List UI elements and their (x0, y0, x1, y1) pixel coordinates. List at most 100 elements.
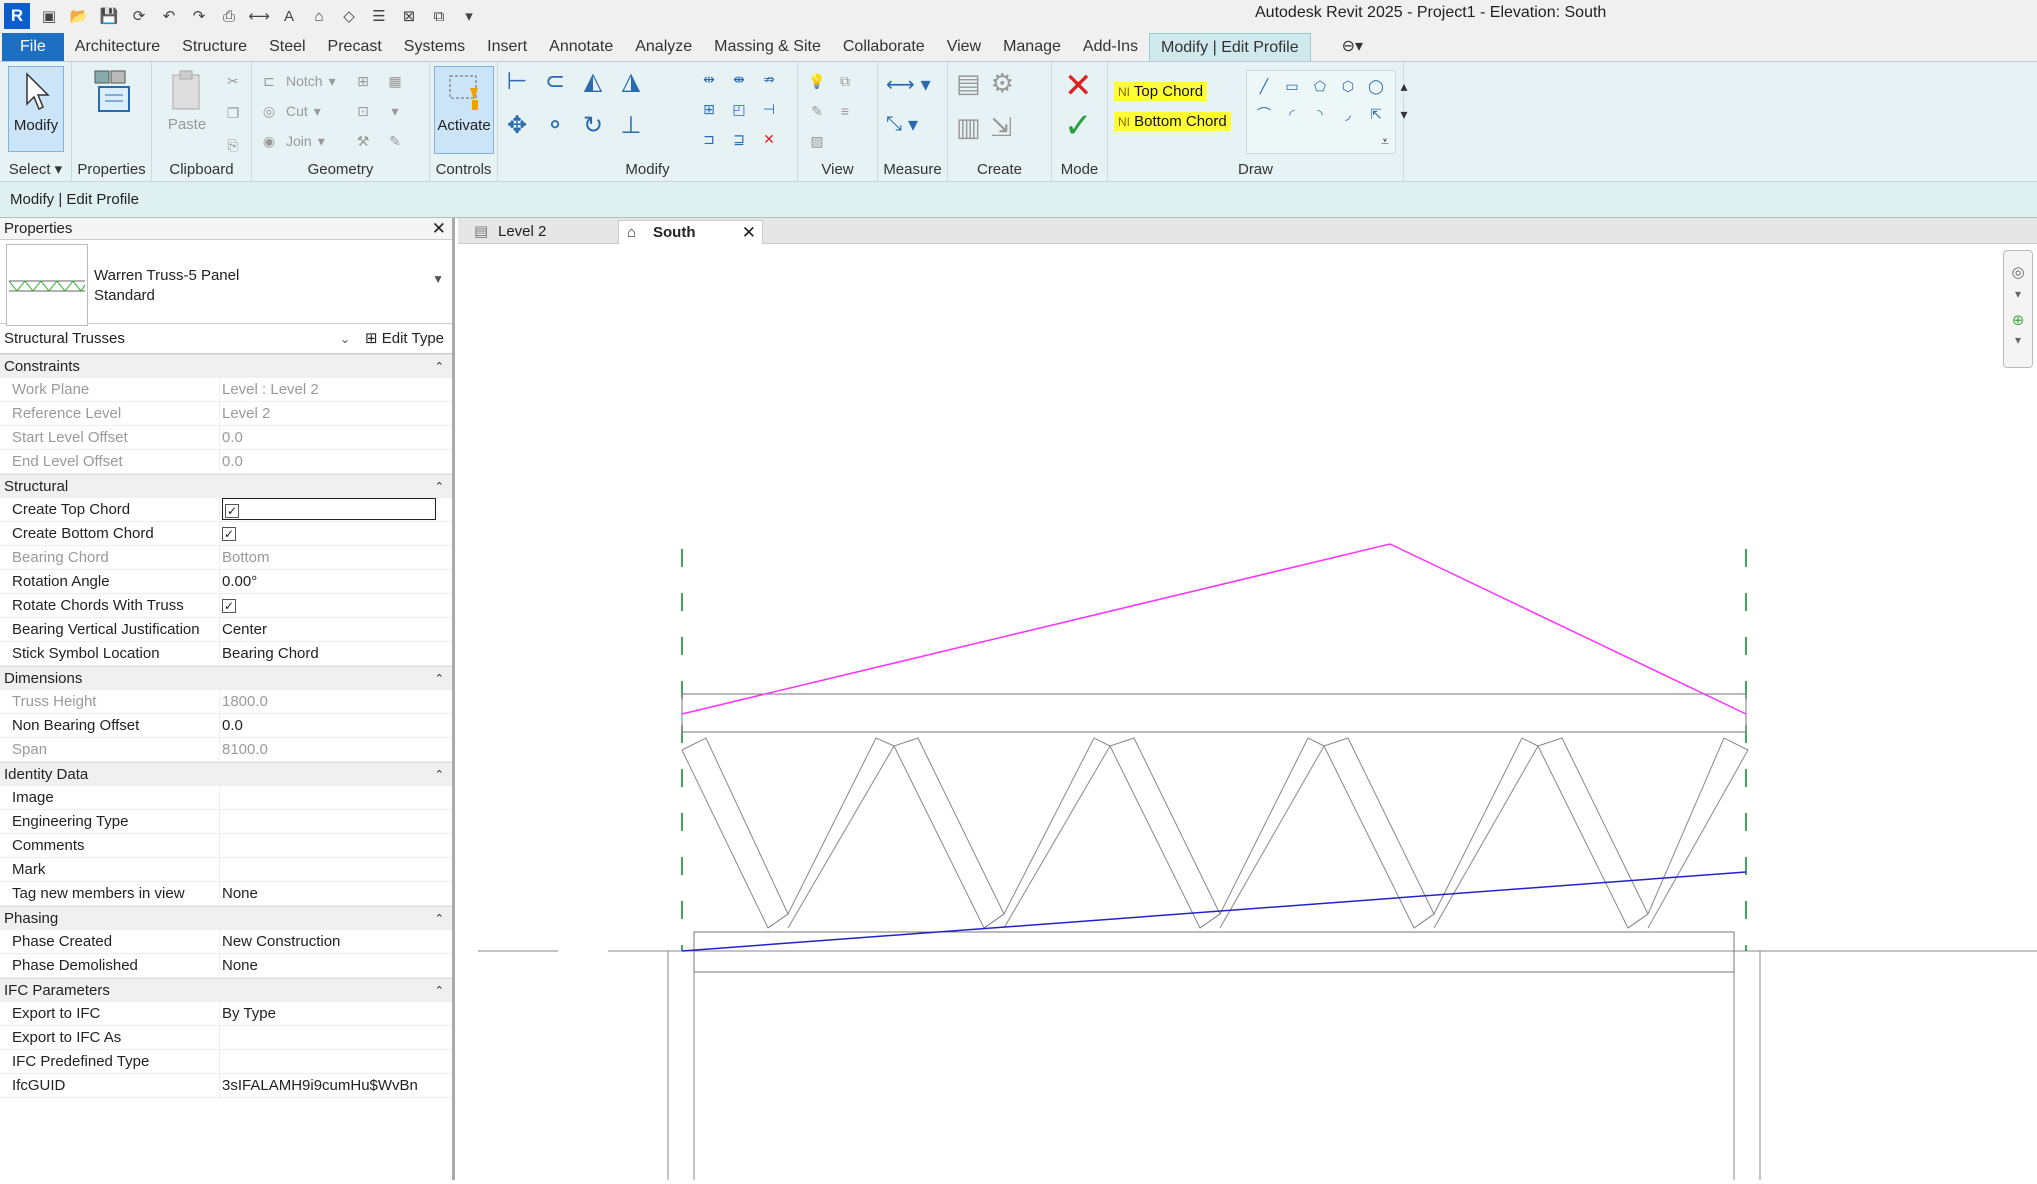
property-value[interactable] (220, 1026, 452, 1049)
mirror-axis-icon[interactable]: ◭ (582, 68, 604, 95)
wheel-dropdown-icon[interactable]: ▾ (2004, 287, 2032, 301)
split-face-icon[interactable]: ▦ (384, 70, 406, 92)
tab-insert[interactable]: Insert (476, 33, 538, 61)
collapse-icon[interactable]: ⌃ (435, 763, 444, 787)
create-group-icon[interactable]: ⚙ (991, 68, 1014, 99)
gallery-down-icon[interactable]: ▾ (1393, 103, 1415, 125)
top-chord-button[interactable]: NI Top Chord (1114, 82, 1208, 101)
arc-center-icon[interactable]: ◜ (1281, 103, 1303, 125)
property-group-header[interactable]: Phasing ⌃ (0, 906, 452, 930)
activate-button[interactable]: Activate (434, 66, 494, 154)
property-value[interactable]: 0.00° (220, 570, 452, 593)
paint-icon[interactable]: ▾ (384, 100, 406, 122)
modify-button[interactable]: Modify (8, 66, 64, 152)
property-value[interactable]: 0.0 (220, 714, 452, 737)
align-icon[interactable]: ⊢ (506, 68, 528, 95)
create-similar-icon[interactable]: ⇲ (991, 112, 1013, 143)
create-part-icon[interactable]: ▤ (956, 68, 981, 99)
arc-tangent-icon[interactable]: ◝ (1309, 103, 1331, 125)
join-button[interactable]: ◉ Join ▾ (258, 130, 325, 152)
match-properties-icon[interactable]: ⎘ (222, 134, 244, 156)
copy-icon[interactable]: ❐ (222, 102, 244, 124)
hide-bulb-icon[interactable]: 💡 (806, 70, 828, 92)
home-icon[interactable]: ▣ (38, 5, 60, 27)
property-group-header[interactable]: Identity Data ⌃ (0, 762, 452, 786)
property-group-header[interactable]: Dimensions ⌃ (0, 666, 452, 690)
property-value[interactable]: 3sIFALAMH9i9cumHu$WvBn (220, 1074, 452, 1097)
cut-clipboard-icon[interactable]: ✂ (222, 70, 244, 92)
checkbox[interactable]: ✓ (222, 599, 236, 614)
open-icon[interactable]: 📂 (68, 5, 90, 27)
property-value[interactable]: Bearing Chord (220, 642, 452, 665)
trim-extend-icon[interactable]: ⊥ (620, 112, 642, 139)
override-graphics-icon[interactable]: ≡ (834, 100, 856, 122)
tab-precast[interactable]: Precast (317, 33, 393, 61)
split-element-icon[interactable]: ⇹ (698, 68, 720, 90)
web-members[interactable] (681, 737, 1749, 929)
property-value[interactable]: None (220, 954, 452, 977)
drawing-canvas[interactable]: ◎ ▾ ⊕ ▾ (458, 244, 2037, 1180)
line-icon[interactable]: ╱ (1253, 75, 1275, 97)
property-value[interactable] (220, 810, 452, 833)
view-tab-south[interactable]: ⌂ South ✕ (618, 220, 763, 244)
move-icon[interactable]: ✥ (506, 112, 528, 139)
bottom-chord-button[interactable]: NI Bottom Chord (1114, 112, 1231, 131)
array-icon[interactable]: ⊞ (698, 98, 720, 120)
pin-icon[interactable]: ⊣ (758, 98, 780, 120)
property-group-header[interactable]: IFC Parameters ⌃ (0, 978, 452, 1002)
close-hidden-icon[interactable]: ⊠ (398, 5, 420, 27)
gallery-expand-icon[interactable]: ⩡ (1381, 133, 1389, 150)
gallery-up-icon[interactable]: ▴ (1393, 75, 1415, 97)
tab-file[interactable]: File (2, 33, 64, 61)
remove-paint-icon[interactable]: ✎ (384, 130, 406, 152)
beam-column-joins-icon[interactable]: ⊡ (352, 100, 374, 122)
property-value[interactable] (220, 858, 452, 881)
property-value[interactable]: ✓ (220, 522, 452, 545)
create-assembly-icon[interactable]: ▥ (956, 112, 981, 143)
collapse-icon[interactable]: ⌃ (435, 355, 444, 379)
tab-view[interactable]: View (936, 33, 992, 61)
tab-collaborate[interactable]: Collaborate (832, 33, 936, 61)
property-value[interactable]: New Construction (220, 930, 452, 953)
tab-massing-site[interactable]: Massing & Site (703, 33, 832, 61)
category-filter[interactable]: Structural Trusses (4, 330, 125, 347)
revit-logo[interactable]: R (4, 3, 30, 29)
zoom-region-icon[interactable]: ⊕ (2004, 311, 2032, 329)
steering-wheel-icon[interactable]: ◎ (2004, 263, 2032, 281)
select-panel-label[interactable]: Select ▾ (0, 160, 71, 178)
type-selector[interactable]: Warren Truss-5 Panel Standard ▼ (0, 240, 452, 326)
arc-start-end-icon[interactable]: ⌒ (1253, 103, 1275, 125)
3d-view-icon[interactable]: ⌂ (308, 5, 330, 27)
mirror-draw-icon[interactable]: ◮ (620, 68, 642, 95)
property-value[interactable]: ✓ (220, 498, 452, 521)
type-dropdown-icon[interactable]: ▼ (432, 272, 444, 286)
delete-icon[interactable]: ✕ (758, 128, 780, 150)
trim-single-icon[interactable]: ⊐ (698, 128, 720, 150)
edit-type-button[interactable]: ⊞ Edit Type (365, 324, 444, 354)
property-value[interactable] (220, 786, 452, 809)
linework-icon[interactable]: ✎ (806, 100, 828, 122)
pick-lines-icon[interactable]: ⇱ (1365, 103, 1387, 125)
collapse-icon[interactable]: ⌃ (435, 667, 444, 691)
collapse-icon[interactable]: ⌃ (435, 475, 444, 499)
trim-multiple-icon[interactable]: ⊒ (728, 128, 750, 150)
filter-dropdown-icon[interactable]: ⌄ (340, 324, 350, 354)
property-value[interactable]: None (220, 882, 452, 905)
scale-icon[interactable]: ◰ (728, 98, 750, 120)
fillet-arc-icon[interactable]: ◞ (1337, 103, 1359, 125)
tab-annotate[interactable]: Annotate (538, 33, 624, 61)
property-value[interactable] (220, 1050, 452, 1073)
switch-windows-icon[interactable]: ⧉ (428, 5, 450, 27)
rotate-icon[interactable]: ↻ (582, 112, 604, 139)
print-icon[interactable]: ⎙ (218, 5, 240, 27)
measure-distance-button[interactable]: ⟷ ▾ (886, 72, 931, 97)
inscribed-polygon-icon[interactable]: ⬠ (1309, 75, 1331, 97)
wall-joins-icon[interactable]: ⊞ (352, 70, 374, 92)
circle-icon[interactable]: ◯ (1365, 75, 1387, 97)
tab-systems[interactable]: Systems (393, 33, 476, 61)
property-group-header[interactable]: Structural ⌃ (0, 474, 452, 498)
customize-qat-icon[interactable]: ▾ (458, 5, 480, 27)
close-icon[interactable]: ✕ (432, 218, 446, 240)
tab-steel[interactable]: Steel (258, 33, 316, 61)
tab-modify-edit-profile[interactable]: Modify | Edit Profile (1149, 33, 1311, 61)
